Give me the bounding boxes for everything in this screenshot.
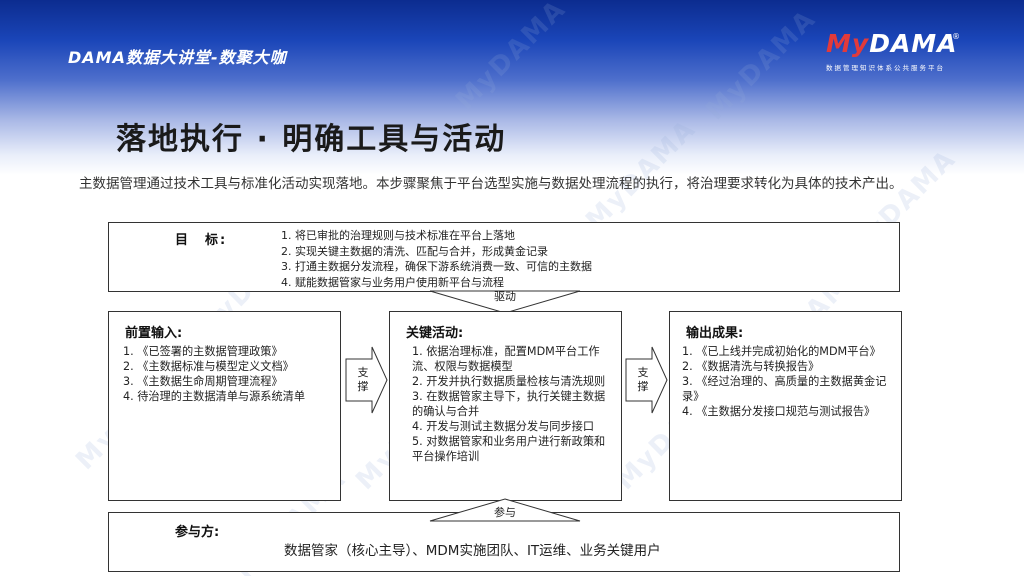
list-item: 3. 打通主数据分发流程，确保下游系统消费一致、可信的主数据: [281, 260, 592, 273]
inputs-list: 1. 《已签署的主数据管理政策》 2. 《主数据标准与模型定义文档》 3. 《主…: [123, 344, 328, 404]
activities-box: 关键活动: 1. 依据治理标准，配置MDM平台工作流、权限与数据模型 2. 开发…: [389, 311, 622, 501]
activities-list: 1. 依据治理标准，配置MDM平台工作流、权限与数据模型 2. 开发并执行数据质…: [412, 344, 612, 464]
participate-label: 参与: [494, 506, 516, 519]
goal-box: 目 标: 1. 将已审批的治理规则与技术标准在平台上落地 2. 实现关键主数据的…: [108, 222, 900, 292]
goal-list: 1. 将已审批的治理规则与技术标准在平台上落地 2. 实现关键主数据的清洗、匹配…: [281, 228, 841, 290]
logo-dama: DAMA: [869, 29, 958, 58]
registered-mark: ®: [952, 32, 960, 41]
list-item: 3. 《经过治理的、高质量的主数据黄金记录》: [682, 375, 887, 403]
support-label-right: 支撑: [637, 366, 649, 393]
list-item: 1. 依据治理标准，配置MDM平台工作流、权限与数据模型: [412, 345, 600, 373]
logo-tagline: 数据管理知识体系公共服务平台: [826, 64, 945, 72]
logo-my: My: [826, 29, 870, 58]
outputs-list: 1. 《已上线并完成初始化的MDM平台》 2. 《数据清洗与转换报告》 3. 《…: [682, 344, 892, 419]
logo-mark: MyDAMA: [826, 30, 966, 58]
inputs-title: 前置输入:: [125, 326, 183, 341]
list-item: 2. 开发并执行数据质量检核与清洗规则: [412, 375, 606, 388]
list-item: 4. 赋能数据管家与业务用户使用新平台与流程: [281, 275, 504, 289]
list-item: 4. 开发与测试主数据分发与同步接口: [412, 420, 595, 433]
outputs-box: 输出成果: 1. 《已上线并完成初始化的MDM平台》 2. 《数据清洗与转换报告…: [669, 311, 902, 501]
page-title: 落地执行 · 明确工具与活动: [116, 122, 507, 157]
drive-label: 驱动: [494, 290, 516, 303]
watermark: MyDAMA: [700, 4, 823, 126]
support-label-left: 支撑: [357, 366, 369, 393]
participants-text: 数据管家（核心主导）、MDM实施团队、IT运维、业务关键用户: [284, 543, 661, 559]
list-item: 4. 待治理的主数据清单与源系统清单: [123, 390, 306, 403]
list-item: 1. 《已上线并完成初始化的MDM平台》: [682, 345, 881, 358]
header-brand: DAMA数据大讲堂-数聚大咖: [68, 48, 287, 67]
list-item: 1. 将已审批的治理规则与技术标准在平台上落地: [281, 229, 515, 242]
list-item: 1. 《已签署的主数据管理政策》: [123, 345, 283, 358]
list-item: 4. 《主数据分发接口规范与测试报告》: [682, 405, 876, 418]
list-item: 3. 《主数据生命周期管理流程》: [123, 375, 283, 388]
list-item: 5. 对数据管家和业务用户进行新政策和平台操作培训: [412, 435, 606, 463]
watermark: MyDAMA: [450, 0, 573, 116]
list-item: 2. 实现关键主数据的清洗、匹配与合并，形成黄金记录: [281, 244, 548, 258]
mydama-logo: MyDAMA ® 数据管理知识体系公共服务平台: [826, 30, 966, 74]
inputs-box: 前置输入: 1. 《已签署的主数据管理政策》 2. 《主数据标准与模型定义文档》…: [108, 311, 341, 501]
activities-title: 关键活动:: [406, 326, 464, 341]
list-item: 2. 《数据清洗与转换报告》: [682, 360, 820, 373]
goal-label: 目 标:: [175, 233, 228, 248]
participants-label: 参与方:: [175, 525, 220, 540]
outputs-title: 输出成果:: [686, 326, 744, 341]
list-item: 3. 在数据管家主导下，执行关键主数据的确认与合并: [412, 390, 606, 418]
list-item: 2. 《主数据标准与模型定义文档》: [123, 360, 294, 373]
intro-paragraph: 主数据管理通过技术工具与标准化活动实现落地。本步骤聚焦于平台选型实施与数据处理流…: [79, 176, 903, 192]
